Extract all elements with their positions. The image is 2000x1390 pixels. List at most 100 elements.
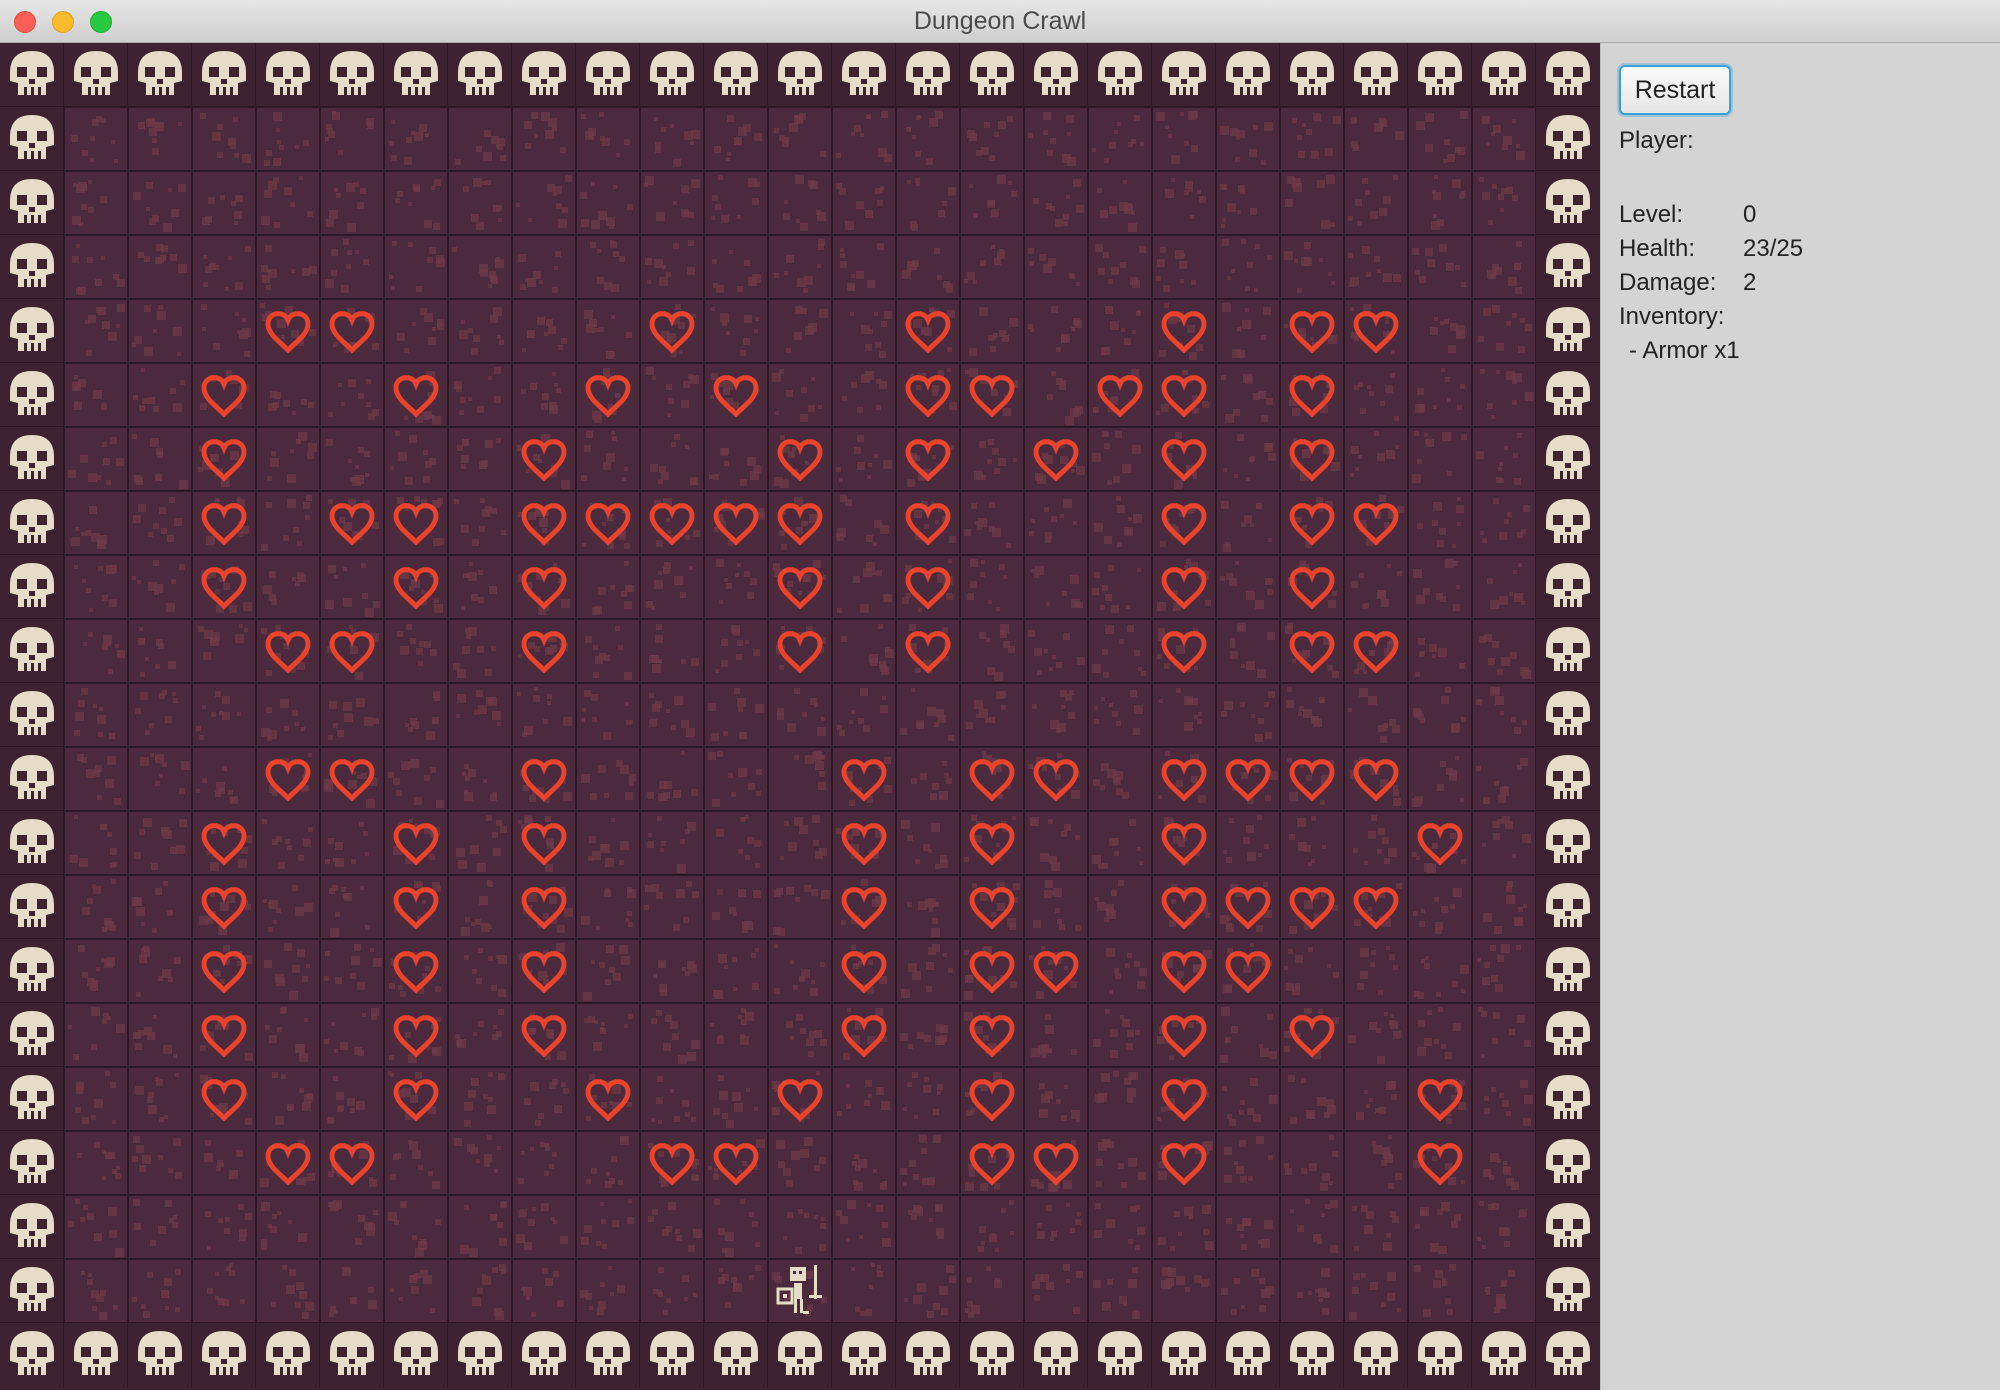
- floor-tile: [1215, 554, 1281, 620]
- skull-wall-icon: [1087, 1322, 1153, 1387]
- floor-tile: [767, 362, 833, 428]
- floor-tile: [703, 554, 769, 620]
- floor-tile: [255, 106, 321, 172]
- heart-icon: [1087, 362, 1153, 428]
- heart-icon: [191, 554, 257, 620]
- floor-tile: [1087, 746, 1153, 812]
- floor-tile: [447, 682, 513, 748]
- floor-tile: [895, 1066, 961, 1132]
- skull-wall-icon: [319, 43, 385, 108]
- floor-tile: [1343, 362, 1409, 428]
- skull-wall-icon: [511, 43, 577, 108]
- floor-tile: [959, 618, 1025, 684]
- floor-tile: [959, 490, 1025, 556]
- floor-tile: [959, 1194, 1025, 1260]
- floor-tile: [255, 810, 321, 876]
- heart-icon: [511, 618, 577, 684]
- floor-tile: [1343, 234, 1409, 300]
- floor-tile: [895, 1002, 961, 1068]
- skull-wall-icon: [0, 43, 65, 108]
- skull-wall-icon: [1535, 234, 1600, 300]
- floor-tile: [1151, 1194, 1217, 1260]
- floor-tile: [319, 170, 385, 236]
- heart-icon: [511, 554, 577, 620]
- floor-tile: [511, 1130, 577, 1196]
- skull-wall-icon: [1215, 1322, 1281, 1387]
- floor-tile: [191, 170, 257, 236]
- floor-tile: [831, 1258, 897, 1324]
- skull-wall-icon: [0, 1066, 65, 1132]
- floor-tile: [127, 682, 193, 748]
- floor-tile: [703, 170, 769, 236]
- floor-tile: [1471, 1194, 1537, 1260]
- skull-wall-icon: [0, 1130, 65, 1196]
- skull-wall-icon: [1535, 810, 1600, 876]
- heart-icon: [383, 938, 449, 1004]
- floor-tile: [319, 362, 385, 428]
- floor-tile: [1279, 1258, 1345, 1324]
- floor-tile: [767, 874, 833, 940]
- app-window: Dungeon Crawl Restart Player: Level: 0 H…: [0, 0, 2000, 1390]
- floor-tile: [1023, 1002, 1089, 1068]
- heart-icon: [1279, 746, 1345, 812]
- floor-tile: [511, 1194, 577, 1260]
- skull-wall-icon: [0, 1194, 65, 1260]
- skull-wall-icon: [383, 43, 449, 108]
- floor-tile: [1471, 1258, 1537, 1324]
- heart-icon: [191, 938, 257, 1004]
- floor-tile: [703, 682, 769, 748]
- heart-icon: [191, 1066, 257, 1132]
- heart-icon: [1151, 874, 1217, 940]
- floor-tile: [1151, 234, 1217, 300]
- floor-tile: [1407, 938, 1473, 1004]
- floor-tile: [255, 1258, 321, 1324]
- floor-tile: [1343, 1066, 1409, 1132]
- skull-wall-icon: [1087, 43, 1153, 108]
- floor-tile: [1471, 554, 1537, 620]
- heart-icon: [191, 1002, 257, 1068]
- floor-tile: [959, 682, 1025, 748]
- heart-icon: [895, 426, 961, 492]
- floor-tile: [255, 490, 321, 556]
- heart-icon: [895, 362, 961, 428]
- floor-tile: [1471, 1002, 1537, 1068]
- restart-button[interactable]: Restart: [1619, 65, 1731, 115]
- skull-wall-icon: [0, 362, 65, 428]
- floor-tile: [767, 106, 833, 172]
- skull-wall-icon: [1535, 1066, 1600, 1132]
- heart-icon: [959, 746, 1025, 812]
- floor-tile: [575, 746, 641, 812]
- game-board[interactable]: [0, 43, 1600, 1390]
- skull-wall-icon: [0, 618, 65, 684]
- floor-tile: [511, 170, 577, 236]
- floor-tile: [1151, 682, 1217, 748]
- floor-tile: [1087, 1002, 1153, 1068]
- skull-wall-icon: [1535, 490, 1600, 556]
- floor-tile: [319, 1258, 385, 1324]
- skull-wall-icon: [0, 682, 65, 748]
- floor-tile: [63, 298, 129, 364]
- floor-tile: [447, 938, 513, 1004]
- skull-wall-icon: [1471, 1322, 1537, 1387]
- floor-tile: [1087, 810, 1153, 876]
- floor-tile: [127, 1002, 193, 1068]
- floor-tile: [319, 426, 385, 492]
- floor-tile: [1087, 490, 1153, 556]
- floor-tile: [639, 362, 705, 428]
- floor-tile: [575, 1130, 641, 1196]
- floor-tile: [895, 106, 961, 172]
- floor-tile: [1151, 106, 1217, 172]
- floor-tile: [383, 234, 449, 300]
- floor-tile: [575, 106, 641, 172]
- floor-tile: [1471, 746, 1537, 812]
- floor-tile: [703, 1258, 769, 1324]
- heart-icon: [1151, 1066, 1217, 1132]
- heart-icon: [1151, 618, 1217, 684]
- heart-icon: [1279, 298, 1345, 364]
- skull-wall-icon: [319, 1322, 385, 1387]
- floor-tile: [511, 362, 577, 428]
- inventory-item: - Armor x1: [1629, 337, 1740, 364]
- floor-tile: [1471, 170, 1537, 236]
- skull-wall-icon: [1535, 1322, 1600, 1387]
- skull-wall-icon: [0, 1258, 65, 1324]
